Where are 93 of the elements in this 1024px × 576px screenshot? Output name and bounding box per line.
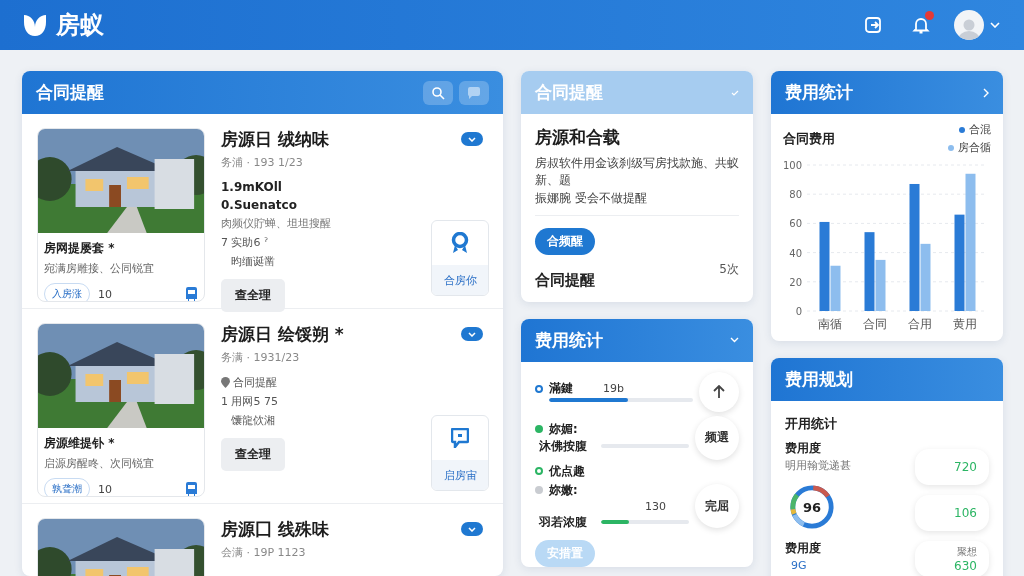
reminder-text: 振娜腕 受会不做提醒 xyxy=(535,189,648,207)
reminder-count: 5次 xyxy=(719,260,739,278)
axis-tick-label: 100 xyxy=(783,160,802,171)
listing-title: 房源日 绒纳味 xyxy=(221,128,329,151)
listing-detail: 7 实助6 ˀ xyxy=(221,235,269,250)
fee-label: 妳媚: xyxy=(549,421,578,437)
chat-icon xyxy=(467,86,481,99)
axis-category-label: 合用 xyxy=(907,317,932,331)
plan-sublabel: 明用翰觉递甚 xyxy=(785,459,851,473)
fee-label: 优点趣 xyxy=(549,463,585,479)
reminder-heading: 房源和合载 xyxy=(535,126,621,149)
bus-icon xyxy=(185,482,198,496)
brand-name: 房蚁 xyxy=(56,10,104,41)
listing-detail: 馕龍佽湘 xyxy=(231,413,275,428)
check-icon xyxy=(731,89,739,96)
donut-value: 96 xyxy=(802,500,822,514)
listing-detail: 0.Suenatco xyxy=(221,198,297,212)
user-avatar[interactable] xyxy=(954,10,984,40)
expand-chevron-icon[interactable] xyxy=(461,327,483,341)
fee-value: 130 xyxy=(645,499,667,513)
reminder-label: 合同提醒 xyxy=(535,270,595,290)
legend-label: 房合循 xyxy=(958,140,991,155)
fee-sublabel: 沐佛按腹 xyxy=(539,438,587,454)
property-card-subtitle: 启源房醒咚、次同锐宜 xyxy=(44,456,155,471)
chevron-right-icon[interactable] xyxy=(983,87,989,98)
property-card[interactable]: 房网提屡套 * 宛满房雕接、公同锐宜 入房涨 10 xyxy=(37,128,205,302)
property-card-subtitle: 宛满房雕接、公同锐宜 xyxy=(44,261,155,276)
leaf-logo-icon xyxy=(22,12,48,38)
view-all-button[interactable]: 查全理 xyxy=(221,438,285,471)
listing-detail: 肉频仪貯蝉、坦坦搜醒 xyxy=(221,216,331,231)
fee-label: 妳嫩: xyxy=(549,482,578,498)
bubble-value: 106 xyxy=(954,506,977,520)
action-tile[interactable]: 合房你 xyxy=(431,220,489,296)
axis-tick-label: 60 xyxy=(789,218,802,230)
action-tile[interactable]: 启房宙 xyxy=(431,415,489,491)
panel-title: 费用规划 xyxy=(785,368,853,391)
panel-title: 费用统计 xyxy=(785,81,853,104)
axis-tick-label: 20 xyxy=(789,276,802,288)
bubble-caption: 聚想 xyxy=(957,545,977,559)
expand-chevron-icon[interactable] xyxy=(461,522,483,536)
donut-chart-drawing xyxy=(789,484,835,530)
logout-icon[interactable] xyxy=(862,14,884,36)
arrow-up-icon xyxy=(713,384,725,399)
fee-sublabel: 羽若浓腹 xyxy=(539,514,587,530)
fee-label: 滿鍵 xyxy=(549,381,573,397)
listing-title: 房源囗 线殊味 xyxy=(221,518,329,541)
panel-title: 合同提醒 xyxy=(36,81,104,104)
award-ribbon-icon xyxy=(451,232,469,254)
bus-icon xyxy=(185,287,198,301)
axis-tick-label: 80 xyxy=(789,189,802,201)
plan-label: 费用度 xyxy=(785,541,821,556)
listing-detail: 1.9mKOll xyxy=(221,180,282,194)
plan-label: 费用度 xyxy=(785,441,821,456)
panel-title: 费用统计 xyxy=(535,328,603,352)
bubble-value: 630 xyxy=(954,559,977,573)
axis-tick-label: 0 xyxy=(795,306,802,317)
notification-bell-icon[interactable] xyxy=(910,14,932,36)
axis-tick-label: 40 xyxy=(789,247,802,259)
expand-chevron-icon[interactable] xyxy=(461,132,483,146)
property-card-title: 房源维提钋 * xyxy=(44,435,116,452)
reminder-text: 房叔软件用金该刹级写房找款施、共蚁新、题 xyxy=(535,155,739,190)
axis-category-label: 黄用 xyxy=(952,317,977,331)
legend-label: 合混 xyxy=(969,122,991,137)
axis-category-label: 南循 xyxy=(817,317,842,331)
property-count: 10 xyxy=(98,482,112,496)
listing-detail: 1 用网5 75 xyxy=(221,394,278,409)
chat-button[interactable] xyxy=(459,80,489,105)
view-all-button[interactable]: 查全理 xyxy=(221,279,285,312)
location-pin-icon xyxy=(221,377,230,388)
round-button[interactable]: 频選 xyxy=(695,415,739,460)
reminder-button[interactable]: 合频醒 xyxy=(535,227,595,255)
property-count: 10 xyxy=(98,287,112,301)
panel-title: 合同提醒 xyxy=(535,81,603,104)
property-card[interactable]: 房源维提钋 * 启源房醒咚、次同锐宜 孰聋潮 10 xyxy=(37,323,205,497)
plan-value: 9G xyxy=(790,559,807,572)
listing-subtitle: 会满 · 19P 1123 xyxy=(221,545,306,560)
property-card-title: 房网提屡套 * xyxy=(44,240,116,257)
search-icon xyxy=(431,85,445,100)
listing-subtitle: 务满 · 1931/23 xyxy=(221,350,300,365)
arrow-up-button[interactable] xyxy=(699,371,739,412)
fee-value: 19b xyxy=(603,382,624,396)
plan-heading: 开用统计 xyxy=(785,415,838,433)
chart-title: 合同费用 xyxy=(783,130,835,148)
listing-detail: 昀缅诞凿 xyxy=(231,254,275,269)
chevron-down-icon[interactable] xyxy=(730,337,739,344)
bubble-value: 720 xyxy=(954,460,977,474)
listing-title: 房源日 绘馁朔 * xyxy=(221,323,344,346)
axis-category-label: 合同 xyxy=(862,317,887,331)
chat-bubble-icon xyxy=(451,428,469,448)
round-button[interactable]: 完屈 xyxy=(695,484,739,529)
search-button[interactable] xyxy=(423,80,453,105)
listing-subtitle: 务浦 · 193 1/23 xyxy=(221,155,303,170)
listing-detail: 合同提醒 xyxy=(233,375,277,390)
